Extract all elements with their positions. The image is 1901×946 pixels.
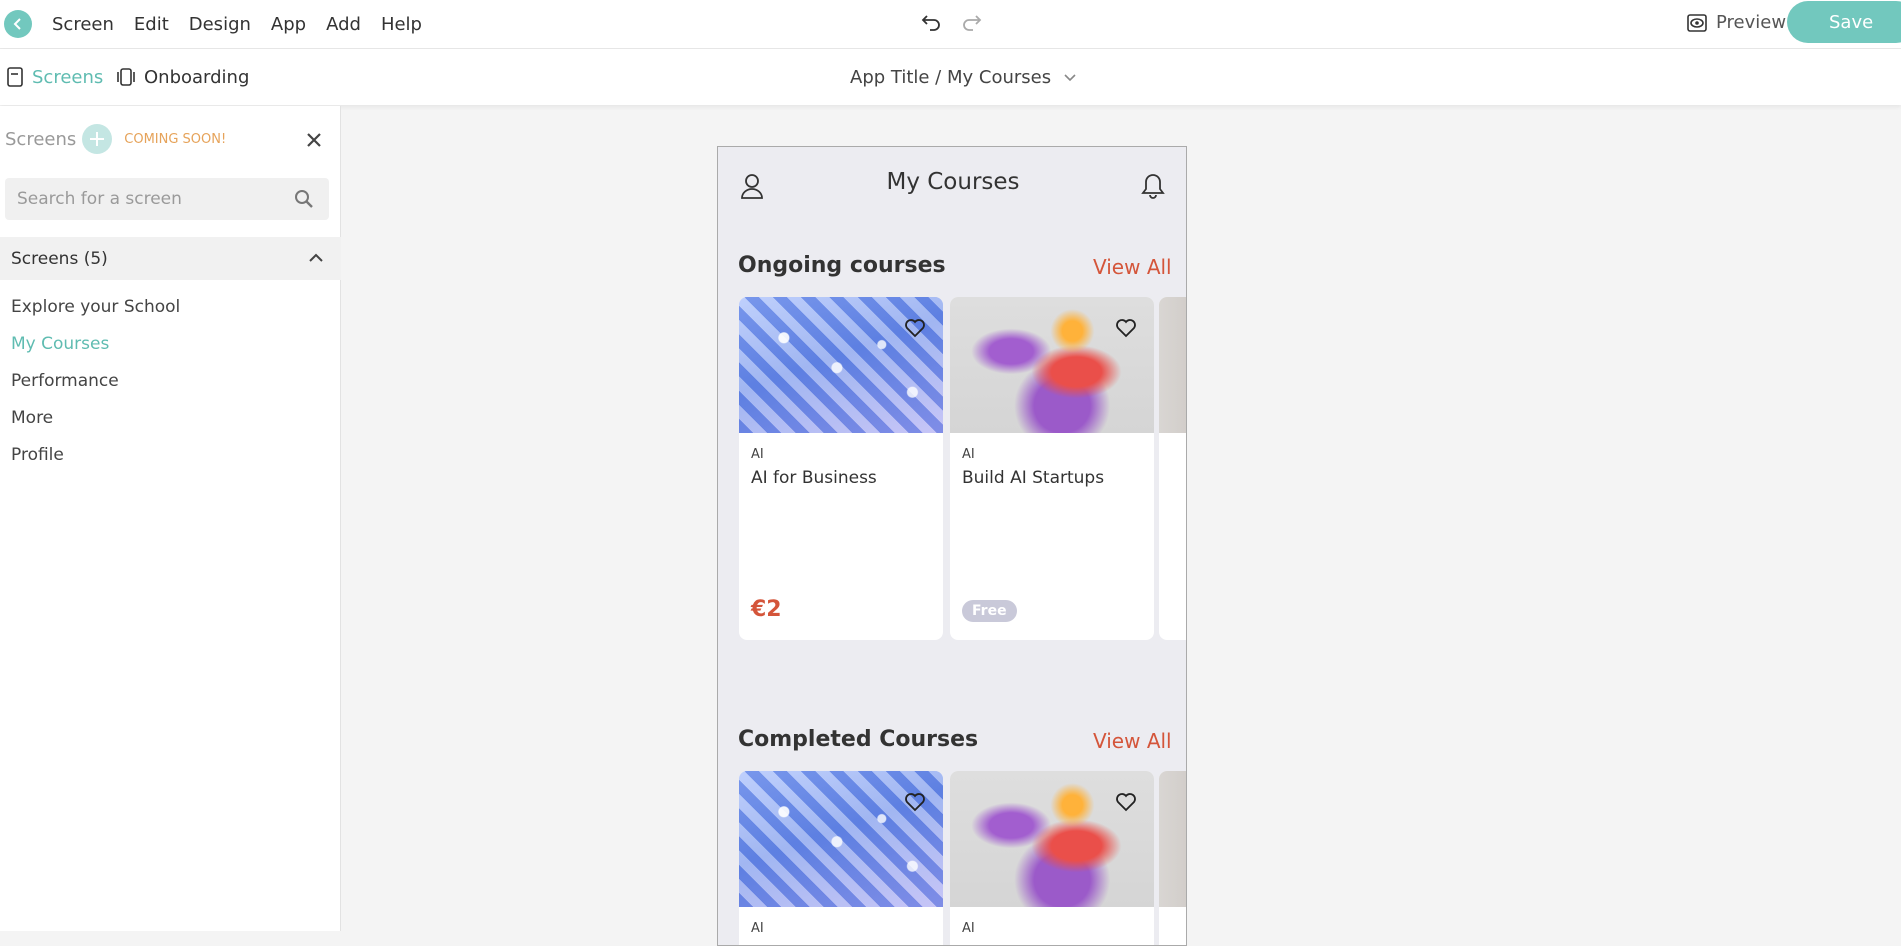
screens-group-label: Screens (5)	[11, 248, 108, 269]
screens-group-header[interactable]: Screens (5)	[0, 237, 341, 280]
free-badge: Free	[962, 600, 1017, 622]
save-label: Save	[1829, 11, 1874, 33]
course-category: AI	[751, 921, 764, 936]
undo-icon[interactable]	[919, 10, 943, 34]
sidebar-header: Screens COMING SOON!	[5, 124, 226, 154]
coming-soon-badge: COMING SOON!	[124, 131, 227, 147]
preview-label: Preview	[1716, 12, 1787, 33]
view-all-completed-link[interactable]: View All	[1093, 729, 1172, 753]
course-name: AI for Business	[751, 468, 877, 488]
sub-toolbar: Screens Onboarding App Title / My Course…	[0, 49, 1901, 105]
section-title-completed: Completed Courses	[738, 727, 979, 752]
menu-add[interactable]: Add	[326, 14, 361, 35]
tab-screens-label: Screens	[32, 66, 104, 88]
menu-edit[interactable]: Edit	[134, 14, 169, 35]
course-card[interactable]: AI	[739, 771, 943, 945]
course-category: AI	[751, 447, 764, 462]
screens-sidebar: Screens COMING SOON! Screens (5) Explore…	[0, 106, 341, 931]
screen-item-my-courses[interactable]: My Courses	[11, 325, 180, 362]
course-card[interactable]: AI Build AI Startups Free	[950, 297, 1154, 640]
add-screen-button[interactable]	[82, 124, 113, 154]
menu-design[interactable]: Design	[189, 14, 251, 35]
phone-preview: My Courses Ongoing courses View All AI A…	[717, 146, 1187, 946]
heart-icon[interactable]	[904, 791, 926, 813]
course-thumbnail	[1159, 297, 1186, 433]
phone-page-title: My Courses	[886, 169, 1020, 195]
back-button[interactable]	[4, 10, 32, 38]
bell-icon[interactable]	[1140, 172, 1166, 200]
course-category: AI	[962, 447, 975, 462]
tab-onboarding-label: Onboarding	[144, 66, 250, 88]
screen-item-explore[interactable]: Explore your School	[11, 288, 180, 325]
search-input[interactable]	[5, 178, 329, 220]
breadcrumb-text: App Title / My Courses	[850, 66, 1052, 88]
preview-button[interactable]: Preview	[1686, 0, 1786, 45]
course-price: €2	[751, 597, 782, 622]
screen-item-more[interactable]: More	[11, 399, 180, 436]
heart-icon[interactable]	[904, 317, 926, 339]
chevron-up-icon[interactable]	[306, 248, 326, 268]
chevron-left-icon	[13, 18, 21, 30]
search-icon[interactable]	[293, 188, 315, 210]
plus-icon	[90, 132, 105, 146]
tab-screens[interactable]: Screens	[6, 49, 103, 105]
screen-list: Explore your School My Courses Performan…	[11, 288, 180, 473]
top-bar: Screen Edit Design App Add Help Preview …	[0, 0, 1901, 49]
course-thumbnail	[1159, 771, 1186, 907]
course-card-partial[interactable]	[1159, 297, 1186, 640]
section-title-ongoing: Ongoing courses	[738, 253, 946, 278]
tab-onboarding[interactable]: Onboarding	[116, 49, 249, 105]
close-icon[interactable]	[304, 130, 324, 150]
course-card[interactable]: AI	[950, 771, 1154, 945]
redo-icon[interactable]	[960, 10, 984, 34]
heart-icon[interactable]	[1115, 317, 1137, 339]
course-card[interactable]: AI AI for Business €2	[739, 297, 943, 640]
save-button[interactable]: Save	[1787, 1, 1901, 43]
screen-item-profile[interactable]: Profile	[11, 436, 180, 473]
chevron-down-icon	[1064, 74, 1076, 82]
screen-item-performance[interactable]: Performance	[11, 362, 180, 399]
view-all-ongoing-link[interactable]: View All	[1093, 255, 1172, 279]
document-icon	[7, 67, 23, 87]
onboarding-pages-icon	[117, 68, 135, 86]
course-name: Build AI Startups	[962, 468, 1105, 488]
course-card-partial[interactable]	[1159, 771, 1186, 945]
menu-bar: Screen Edit Design App Add Help	[52, 0, 422, 49]
menu-help[interactable]: Help	[381, 14, 422, 35]
menu-screen[interactable]: Screen	[52, 14, 114, 35]
eye-preview-icon	[1687, 13, 1707, 32]
course-category: AI	[962, 921, 975, 936]
breadcrumb-dropdown[interactable]: App Title / My Courses	[850, 49, 1077, 105]
heart-icon[interactable]	[1115, 791, 1137, 813]
sidebar-title: Screens	[5, 128, 77, 150]
menu-app[interactable]: App	[271, 14, 306, 35]
